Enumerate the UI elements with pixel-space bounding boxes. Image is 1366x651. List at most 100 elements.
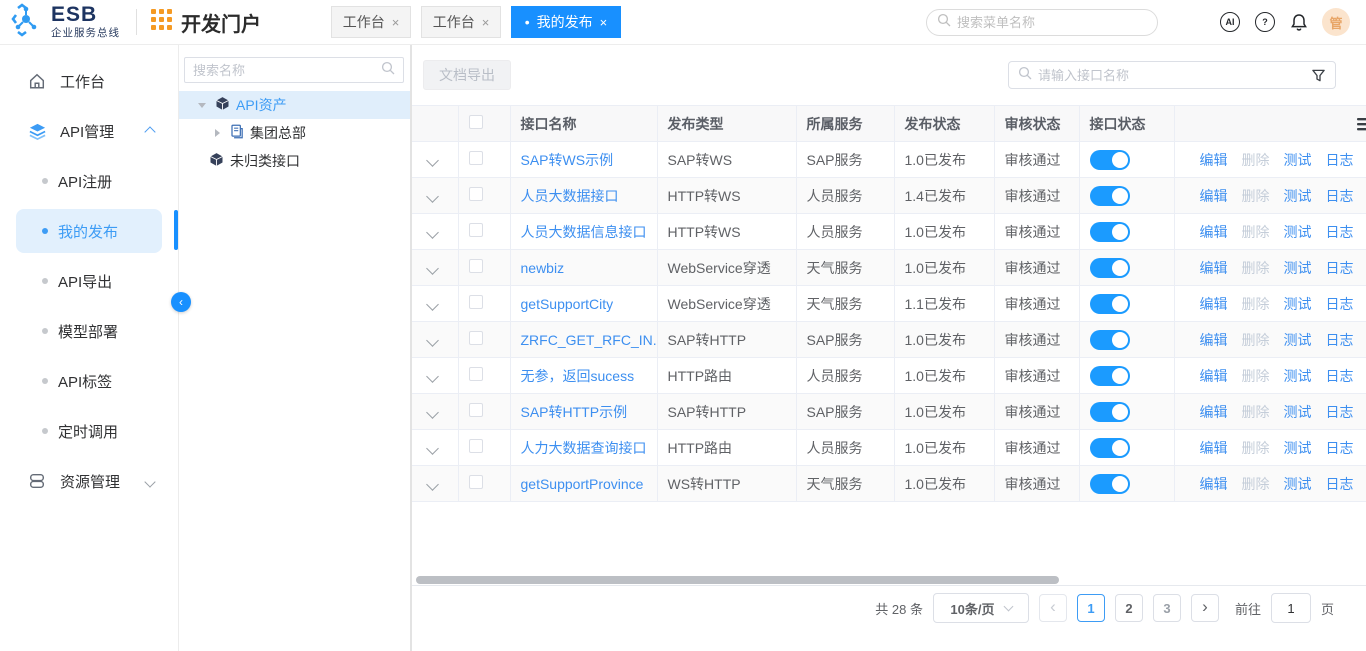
interface-search-box[interactable] bbox=[1008, 61, 1336, 89]
test-link[interactable]: 测试 bbox=[1284, 474, 1312, 494]
sidebar-item-scheduled-call[interactable]: 定时调用 bbox=[0, 406, 178, 456]
log-link[interactable]: 日志 bbox=[1326, 150, 1354, 170]
horizontal-scrollbar[interactable] bbox=[416, 576, 1059, 584]
api-status-toggle[interactable] bbox=[1090, 222, 1130, 242]
sidebar-collapse-button[interactable]: ‹ bbox=[171, 292, 191, 312]
row-checkbox[interactable] bbox=[469, 223, 483, 237]
tree-node-api-assets[interactable]: API资产 bbox=[179, 91, 410, 119]
tree-search-box[interactable] bbox=[184, 57, 404, 83]
row-checkbox[interactable] bbox=[469, 295, 483, 309]
row-expand-chevron[interactable] bbox=[426, 298, 439, 311]
api-name-link[interactable]: 无参，返回sucess bbox=[521, 368, 635, 384]
edit-link[interactable]: 编辑 bbox=[1200, 150, 1228, 170]
api-name-link[interactable]: 人力大数据查询接口 bbox=[521, 440, 647, 456]
test-link[interactable]: 测试 bbox=[1284, 258, 1312, 278]
ai-assistant-icon[interactable]: AI bbox=[1220, 12, 1240, 32]
delete-link[interactable]: 删除 bbox=[1242, 222, 1270, 242]
delete-link[interactable]: 删除 bbox=[1242, 438, 1270, 458]
edit-link[interactable]: 编辑 bbox=[1200, 294, 1228, 314]
test-link[interactable]: 测试 bbox=[1284, 294, 1312, 314]
api-name-link[interactable]: ZRFC_GET_RFC_IN... bbox=[521, 332, 658, 348]
log-link[interactable]: 日志 bbox=[1326, 438, 1354, 458]
edit-link[interactable]: 编辑 bbox=[1200, 222, 1228, 242]
sidebar-item-api-export[interactable]: API导出 bbox=[0, 256, 178, 306]
prev-page-button[interactable]: ‹ bbox=[1039, 594, 1067, 622]
api-status-toggle[interactable] bbox=[1090, 186, 1130, 206]
sidebar-group-api-management[interactable]: API管理 bbox=[0, 106, 178, 156]
tab-workbench-2[interactable]: 工作台 × bbox=[421, 6, 501, 38]
sidebar-item-model-deploy[interactable]: 模型部署 bbox=[0, 306, 178, 356]
next-page-button[interactable]: › bbox=[1191, 594, 1219, 622]
page-size-select[interactable]: 10条/页 bbox=[933, 593, 1029, 623]
page-button-3[interactable]: 3 bbox=[1153, 594, 1181, 622]
log-link[interactable]: 日志 bbox=[1326, 258, 1354, 278]
goto-page-input[interactable] bbox=[1271, 593, 1311, 623]
api-status-toggle[interactable] bbox=[1090, 474, 1130, 494]
row-expand-chevron[interactable] bbox=[426, 442, 439, 455]
api-status-toggle[interactable] bbox=[1090, 402, 1130, 422]
tab-my-publish[interactable]: • 我的发布 × bbox=[511, 6, 621, 38]
caret-down-icon[interactable] bbox=[195, 103, 209, 108]
page-button-1[interactable]: 1 bbox=[1077, 594, 1105, 622]
tree-node-group-hq[interactable]: 集团总部 bbox=[179, 119, 410, 147]
sidebar-item-api-tags[interactable]: API标签 bbox=[0, 356, 178, 406]
edit-link[interactable]: 编辑 bbox=[1200, 186, 1228, 206]
sidebar-item-api-register[interactable]: API注册 bbox=[0, 156, 178, 206]
delete-link[interactable]: 删除 bbox=[1242, 366, 1270, 386]
delete-link[interactable]: 删除 bbox=[1242, 150, 1270, 170]
bell-icon[interactable] bbox=[1290, 13, 1308, 32]
tab-close-icon[interactable]: × bbox=[482, 15, 490, 30]
api-name-link[interactable]: 人员大数据信息接口 bbox=[521, 224, 647, 240]
row-checkbox[interactable] bbox=[469, 367, 483, 381]
row-expand-chevron[interactable] bbox=[426, 190, 439, 203]
row-expand-chevron[interactable] bbox=[426, 154, 439, 167]
delete-link[interactable]: 删除 bbox=[1242, 402, 1270, 422]
delete-link[interactable]: 删除 bbox=[1242, 330, 1270, 350]
filter-funnel-icon[interactable] bbox=[1311, 68, 1326, 83]
api-name-link[interactable]: SAP转HTTP示例 bbox=[521, 404, 628, 420]
log-link[interactable]: 日志 bbox=[1326, 402, 1354, 422]
log-link[interactable]: 日志 bbox=[1326, 474, 1354, 494]
row-expand-chevron[interactable] bbox=[426, 478, 439, 491]
api-name-link[interactable]: getSupportCity bbox=[521, 296, 614, 312]
help-icon[interactable]: ? bbox=[1255, 12, 1275, 32]
delete-link[interactable]: 删除 bbox=[1242, 294, 1270, 314]
row-checkbox[interactable] bbox=[469, 403, 483, 417]
select-all-checkbox[interactable] bbox=[469, 115, 483, 129]
interface-search-input[interactable] bbox=[1038, 68, 1305, 83]
doc-export-button[interactable]: 文档导出 bbox=[423, 60, 511, 90]
row-checkbox[interactable] bbox=[469, 331, 483, 345]
tree-node-unclassified[interactable]: 未归类接口 bbox=[179, 147, 410, 175]
api-name-link[interactable]: SAP转WS示例 bbox=[521, 152, 614, 168]
test-link[interactable]: 测试 bbox=[1284, 150, 1312, 170]
edit-link[interactable]: 编辑 bbox=[1200, 438, 1228, 458]
row-checkbox[interactable] bbox=[469, 151, 483, 165]
menu-search-box[interactable] bbox=[926, 9, 1158, 36]
sidebar-item-my-publish[interactable]: 我的发布 bbox=[16, 209, 162, 253]
column-settings-icon[interactable] bbox=[1355, 115, 1366, 133]
sidebar-item-workbench[interactable]: 工作台 bbox=[0, 56, 178, 106]
log-link[interactable]: 日志 bbox=[1326, 330, 1354, 350]
tab-close-icon[interactable]: × bbox=[392, 15, 400, 30]
tab-close-icon[interactable]: × bbox=[600, 15, 608, 30]
log-link[interactable]: 日志 bbox=[1326, 186, 1354, 206]
delete-link[interactable]: 删除 bbox=[1242, 474, 1270, 494]
edit-link[interactable]: 编辑 bbox=[1200, 402, 1228, 422]
api-status-toggle[interactable] bbox=[1090, 258, 1130, 278]
api-status-toggle[interactable] bbox=[1090, 438, 1130, 458]
edit-link[interactable]: 编辑 bbox=[1200, 258, 1228, 278]
edit-link[interactable]: 编辑 bbox=[1200, 330, 1228, 350]
edit-link[interactable]: 编辑 bbox=[1200, 474, 1228, 494]
row-expand-chevron[interactable] bbox=[426, 226, 439, 239]
test-link[interactable]: 测试 bbox=[1284, 366, 1312, 386]
test-link[interactable]: 测试 bbox=[1284, 438, 1312, 458]
tab-workbench-1[interactable]: 工作台 × bbox=[331, 6, 411, 38]
edit-link[interactable]: 编辑 bbox=[1200, 366, 1228, 386]
log-link[interactable]: 日志 bbox=[1326, 222, 1354, 242]
api-status-toggle[interactable] bbox=[1090, 366, 1130, 386]
row-expand-chevron[interactable] bbox=[426, 370, 439, 383]
delete-link[interactable]: 删除 bbox=[1242, 258, 1270, 278]
row-checkbox[interactable] bbox=[469, 259, 483, 273]
caret-right-icon[interactable] bbox=[210, 129, 224, 137]
api-status-toggle[interactable] bbox=[1090, 330, 1130, 350]
